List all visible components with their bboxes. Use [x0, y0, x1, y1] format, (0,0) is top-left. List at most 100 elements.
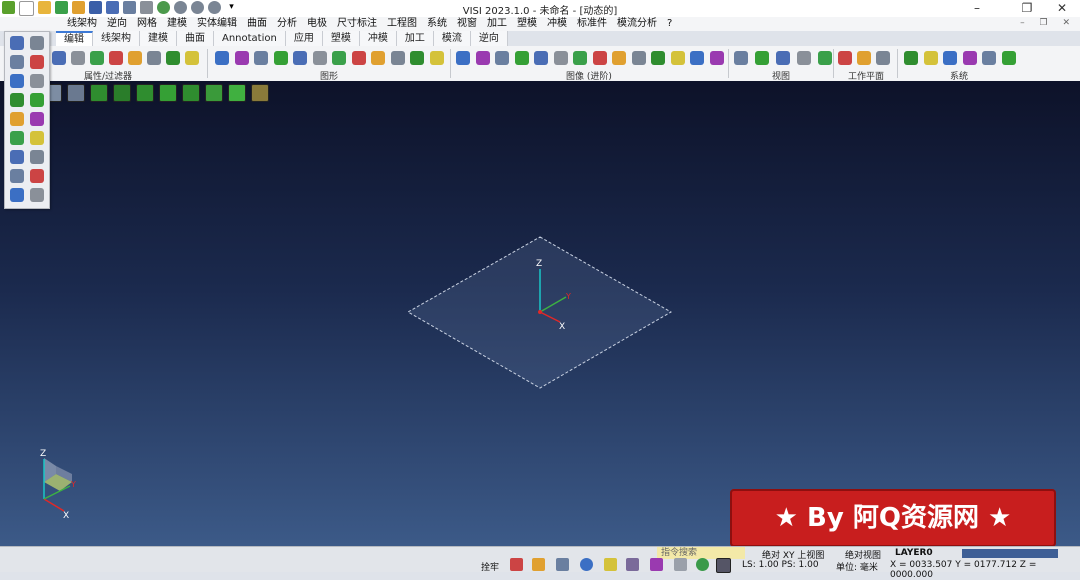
- rotate-icon[interactable]: [10, 131, 24, 145]
- ribbon-tab[interactable]: 编辑: [56, 31, 93, 46]
- group-icon[interactable]: [626, 558, 639, 571]
- hidden-line-cube-icon[interactable]: [113, 84, 131, 102]
- image-tool-icon[interactable]: [651, 51, 665, 65]
- image-tool-icon[interactable]: [514, 51, 529, 65]
- filter-icon[interactable]: [532, 558, 545, 571]
- snap-lock-label[interactable]: 拴牢: [481, 560, 499, 573]
- color-cube-icon[interactable]: [650, 558, 663, 571]
- attribute-tool-icon[interactable]: [166, 51, 180, 65]
- menu-item[interactable]: ?: [662, 17, 677, 31]
- graphics-tool-icon[interactable]: [293, 51, 307, 65]
- machine-icon[interactable]: [10, 112, 24, 126]
- image-tool-icon[interactable]: [573, 51, 587, 65]
- system-tool-icon[interactable]: [904, 51, 918, 65]
- menu-item[interactable]: 尺寸标注: [332, 17, 382, 31]
- graphics-tool-icon[interactable]: [390, 51, 405, 65]
- view-pointer-icon[interactable]: [67, 84, 85, 102]
- trim-icon[interactable]: [30, 55, 44, 69]
- attribute-tool-icon[interactable]: [71, 51, 85, 65]
- image-tool-icon[interactable]: [495, 51, 509, 65]
- menu-item[interactable]: 塑模: [512, 17, 542, 31]
- image-tool-icon[interactable]: [670, 51, 685, 65]
- notes-icon[interactable]: [30, 188, 44, 202]
- view-options-icon[interactable]: [251, 84, 269, 102]
- graphics-viewport[interactable]: Z X Y Z X Y: [0, 81, 1080, 546]
- graphics-tool-icon[interactable]: [254, 51, 268, 65]
- view-mode-label[interactable]: 绝对 XY 上视图: [762, 548, 824, 561]
- menu-item[interactable]: 线架构: [62, 17, 102, 31]
- shaded-edges-cube-icon[interactable]: [136, 84, 154, 102]
- left-floating-toolbar[interactable]: [4, 31, 50, 209]
- restore-button[interactable]: ❐: [1010, 0, 1044, 17]
- dimension-icon[interactable]: [10, 55, 24, 69]
- ribbon-tab[interactable]: 冲模: [359, 31, 397, 46]
- attribute-tool-icon[interactable]: [185, 51, 199, 65]
- menu-item[interactable]: 标准件: [572, 17, 612, 31]
- minimize-button[interactable]: –: [960, 0, 994, 17]
- attribute-tool-icon[interactable]: [109, 51, 123, 65]
- attribute-tool-icon[interactable]: [128, 51, 142, 65]
- delete-icon[interactable]: [10, 169, 24, 183]
- ribbon-tab[interactable]: 曲面: [177, 31, 214, 46]
- shaded-solid-cube-icon[interactable]: [182, 84, 200, 102]
- layer-icon[interactable]: [604, 558, 617, 571]
- ribbon-tab[interactable]: 建模: [140, 31, 177, 46]
- menu-item[interactable]: 曲面: [242, 17, 272, 31]
- edit-icon[interactable]: [30, 36, 44, 50]
- graphics-tool-icon[interactable]: [351, 51, 366, 65]
- menu-item[interactable]: 加工: [482, 17, 512, 31]
- surface-icon[interactable]: [30, 112, 44, 126]
- query-icon[interactable]: [10, 150, 24, 164]
- system-tool-icon[interactable]: [962, 51, 977, 65]
- workplane-tool-icon[interactable]: [838, 51, 852, 65]
- graphics-tool-icon[interactable]: [371, 51, 385, 65]
- workplane-tool-icon[interactable]: [857, 51, 871, 65]
- attribute-tool-icon[interactable]: [147, 51, 161, 65]
- graphics-tool-icon[interactable]: [234, 51, 249, 65]
- menu-item[interactable]: 电极: [302, 17, 332, 31]
- move-icon[interactable]: [10, 36, 24, 50]
- ribbon-tab[interactable]: 线架构: [93, 31, 140, 46]
- ribbon-tab[interactable]: 应用: [285, 31, 323, 46]
- system-tool-icon[interactable]: [982, 51, 996, 65]
- menu-item[interactable]: 系统: [422, 17, 452, 31]
- image-tool-icon[interactable]: [690, 51, 704, 65]
- graphics-tool-icon[interactable]: [410, 51, 424, 65]
- solid-box-icon[interactable]: [30, 131, 44, 145]
- graphics-tool-icon[interactable]: [312, 51, 327, 65]
- transform-icon[interactable]: [10, 93, 24, 107]
- menu-item[interactable]: 模流分析: [612, 17, 662, 31]
- ribbon-tab[interactable]: 塑模: [322, 31, 360, 46]
- system-tool-icon[interactable]: [923, 51, 938, 65]
- graphics-tool-icon[interactable]: [215, 51, 229, 65]
- system-tool-icon[interactable]: [1001, 51, 1016, 65]
- attribute-icon[interactable]: [556, 558, 569, 571]
- workplane-tool-icon[interactable]: [876, 51, 890, 65]
- system-tool-icon[interactable]: [943, 51, 957, 65]
- attribute-tool-icon[interactable]: [52, 51, 66, 65]
- snap-icon[interactable]: [510, 558, 523, 571]
- menu-item[interactable]: 视窗: [452, 17, 482, 31]
- cut-icon[interactable]: [30, 93, 44, 107]
- wireframe-cube-icon[interactable]: [90, 84, 108, 102]
- ribbon-tab[interactable]: 逆向: [470, 31, 508, 46]
- view-tool-icon[interactable]: [776, 51, 790, 65]
- image-tool-icon[interactable]: [592, 51, 607, 65]
- menu-item[interactable]: 网格: [132, 17, 162, 31]
- image-tool-icon[interactable]: [534, 51, 548, 65]
- image-tool-icon[interactable]: [709, 51, 724, 65]
- menu-item[interactable]: 工程图: [382, 17, 422, 31]
- ribbon-tab[interactable]: 加工: [396, 31, 434, 46]
- mirror-icon[interactable]: [10, 74, 24, 88]
- refresh-icon[interactable]: [696, 558, 709, 571]
- view-tool-icon[interactable]: [734, 51, 748, 65]
- graphics-tool-icon[interactable]: [273, 51, 288, 65]
- graphics-tool-icon[interactable]: [429, 51, 444, 65]
- image-tool-icon[interactable]: [612, 51, 626, 65]
- view-tool-icon[interactable]: [797, 51, 811, 65]
- view-tool-icon[interactable]: [755, 51, 769, 65]
- undo-icon[interactable]: [30, 169, 44, 183]
- menu-item[interactable]: 冲模: [542, 17, 572, 31]
- menu-item[interactable]: 逆向: [102, 17, 132, 31]
- ribbon-tab[interactable]: 模流: [433, 31, 471, 46]
